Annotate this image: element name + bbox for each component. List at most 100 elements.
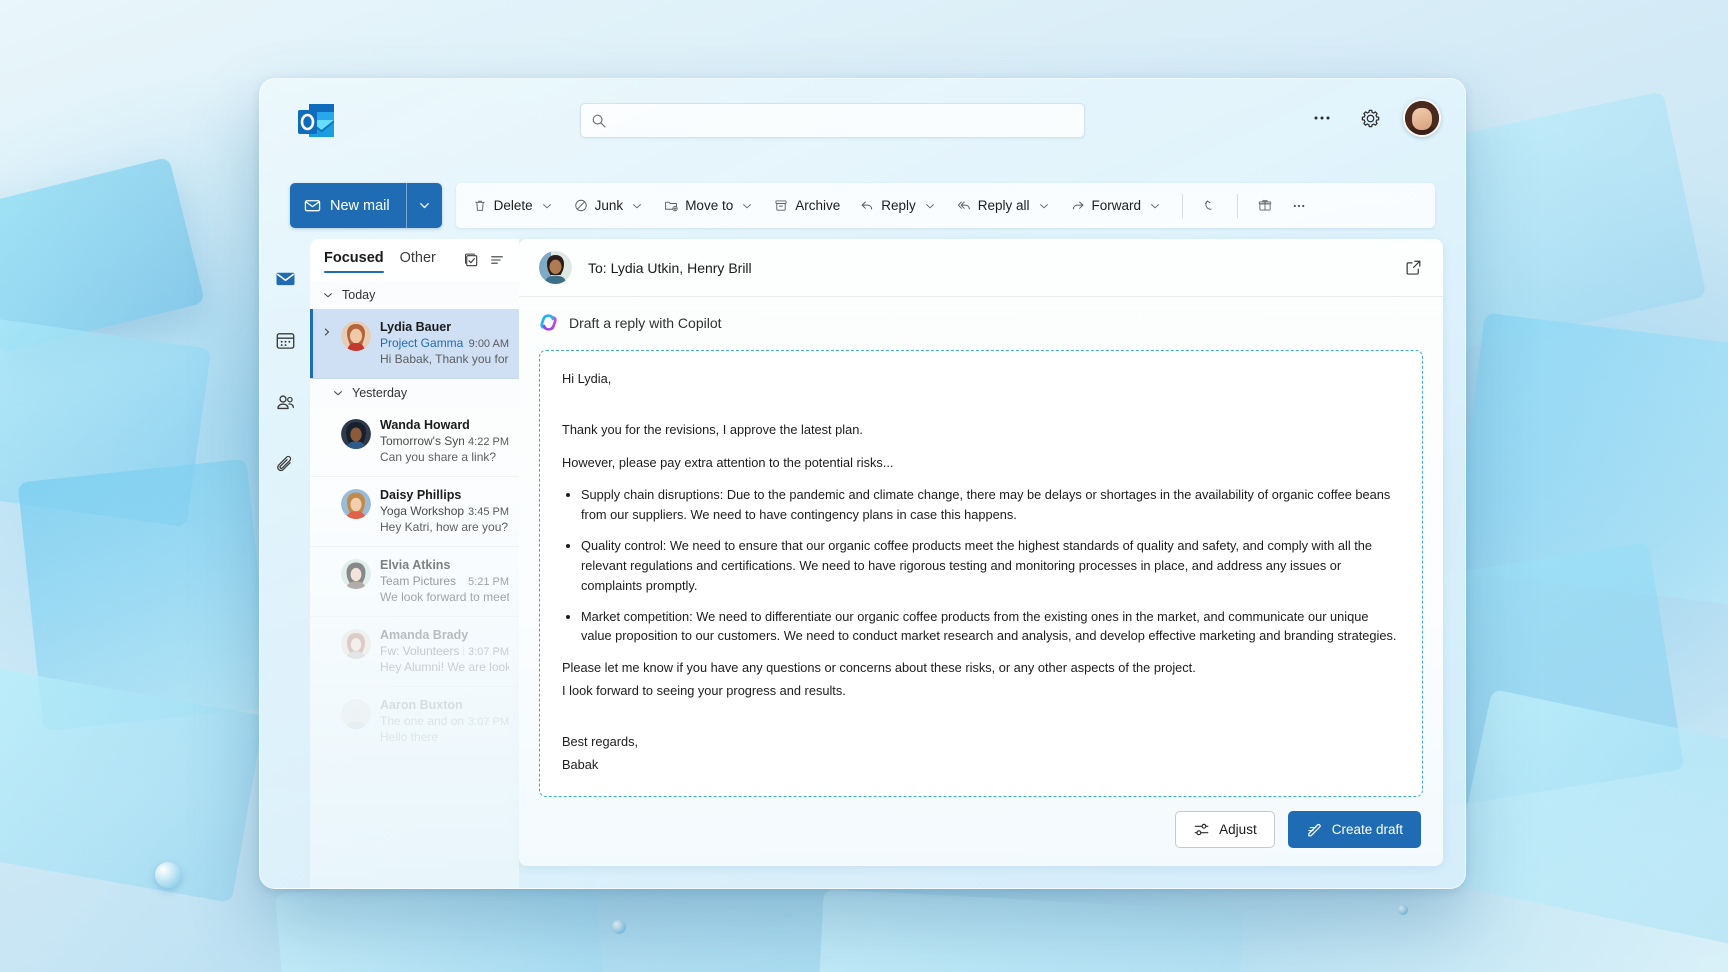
copilot-icon bbox=[539, 313, 558, 332]
user-avatar[interactable] bbox=[1403, 99, 1441, 137]
copilot-prompt-row[interactable]: Draft a reply with Copilot bbox=[519, 297, 1443, 342]
junk-button[interactable]: Junk bbox=[565, 192, 654, 219]
list-item-content: Amanda Brady Fw: Volunteers Needed 3:07 … bbox=[380, 627, 509, 675]
avatar bbox=[341, 321, 371, 351]
timestamp: 5:21 PM bbox=[468, 576, 509, 588]
chevron-down-icon[interactable] bbox=[630, 199, 644, 213]
list-item[interactable]: Lydia Bauer Project Gamma FY23 Planni 9:… bbox=[310, 309, 519, 379]
copilot-draft-body[interactable]: Hi Lydia, Thank you for the revisions, I… bbox=[539, 350, 1423, 797]
search-input[interactable] bbox=[615, 112, 1074, 129]
sidebar-item-mail[interactable] bbox=[268, 261, 302, 295]
reply-button[interactable]: Reply bbox=[851, 192, 946, 219]
title-bar-actions bbox=[1307, 99, 1441, 137]
gift-button[interactable] bbox=[1249, 193, 1281, 219]
overflow-ellipsis-icon bbox=[1292, 199, 1306, 213]
overflow-ellipsis-button[interactable] bbox=[1283, 193, 1315, 219]
new-mail-label: New mail bbox=[330, 197, 390, 214]
search-bar[interactable] bbox=[580, 103, 1085, 138]
chevron-spacer bbox=[322, 417, 332, 465]
draft-spacer bbox=[562, 402, 1400, 420]
chevron-right-icon[interactable] bbox=[322, 319, 332, 367]
pen-edit-icon bbox=[1306, 821, 1323, 838]
undo-icon bbox=[1203, 199, 1217, 213]
command-bar: Delete Junk Move to Archive Reply Reply … bbox=[455, 183, 1435, 228]
reply-label: Reply bbox=[881, 198, 916, 213]
people-icon bbox=[275, 392, 296, 413]
outlook-logo-icon bbox=[296, 101, 336, 141]
archive-button[interactable]: Archive bbox=[765, 192, 849, 219]
select-all-icon[interactable] bbox=[463, 252, 479, 268]
create-draft-button[interactable]: Create draft bbox=[1287, 811, 1421, 848]
draft-action-bar: Adjust Create draft bbox=[519, 797, 1443, 866]
subject: Team Pictures bbox=[380, 574, 457, 588]
forward-button[interactable]: Forward bbox=[1062, 192, 1172, 219]
chevron-spacer bbox=[322, 627, 332, 675]
subject: Tomorrow's Sync bbox=[380, 434, 465, 448]
timestamp: 3:07 PM bbox=[468, 716, 509, 728]
undo-button[interactable] bbox=[1194, 193, 1226, 219]
subject-line: Tomorrow's Sync 4:22 PM bbox=[380, 433, 509, 449]
chevron-down-icon[interactable] bbox=[1148, 199, 1162, 213]
reply-all-button[interactable]: Reply all bbox=[948, 192, 1060, 219]
mail-icon bbox=[304, 197, 321, 214]
gift-icon bbox=[1258, 199, 1272, 213]
settings-gear-icon[interactable] bbox=[1355, 103, 1385, 133]
chevron-down-icon[interactable] bbox=[923, 199, 937, 213]
more-options-icon[interactable] bbox=[1307, 103, 1337, 133]
reply-icon bbox=[860, 199, 874, 213]
copilot-prompt-label: Draft a reply with Copilot bbox=[569, 314, 722, 331]
timestamp: 4:22 PM bbox=[468, 436, 509, 448]
list-item[interactable]: Wanda Howard Tomorrow's Sync 4:22 PM Can… bbox=[310, 407, 519, 477]
forward-label: Forward bbox=[1091, 198, 1142, 213]
chevron-down-icon[interactable] bbox=[1037, 199, 1051, 213]
trash-icon bbox=[473, 199, 487, 213]
filter-sort-icon[interactable] bbox=[489, 252, 505, 268]
list-item[interactable]: Daisy Phillips Yoga Workshop 3:45 PM Hey… bbox=[310, 477, 519, 547]
preview-text: Can you share a link? bbox=[380, 450, 497, 464]
group-label: Today bbox=[342, 288, 376, 302]
reading-pane: To: Lydia Utkin, Henry Brill Draft a rep… bbox=[519, 239, 1443, 866]
open-in-new-window-icon[interactable] bbox=[1404, 258, 1423, 277]
subject: Project Gamma FY23 Planni bbox=[380, 336, 465, 350]
list-item-content: Lydia Bauer Project Gamma FY23 Planni 9:… bbox=[380, 319, 509, 367]
new-mail-split-button[interactable]: New mail bbox=[290, 183, 442, 228]
list-item[interactable]: Elvia Atkins Team Pictures 5:21 PM We lo… bbox=[310, 547, 519, 617]
subject-line: Yoga Workshop 3:45 PM bbox=[380, 503, 509, 519]
sidebar-item-calendar[interactable] bbox=[268, 323, 302, 357]
delete-button[interactable]: Delete bbox=[464, 192, 563, 219]
reply-all-label: Reply all bbox=[977, 198, 1030, 213]
preview-text: Hey Katri, how are you? bbox=[380, 520, 509, 534]
folder-arrow-icon bbox=[664, 199, 678, 213]
reply-all-icon bbox=[957, 199, 971, 213]
sliders-icon bbox=[1193, 821, 1210, 838]
new-mail-button[interactable]: New mail bbox=[290, 183, 406, 228]
adjust-button[interactable]: Adjust bbox=[1175, 811, 1275, 848]
avatar bbox=[341, 629, 371, 659]
list-item[interactable]: Amanda Brady Fw: Volunteers Needed 3:07 … bbox=[310, 617, 519, 687]
new-mail-chevron-down-icon[interactable] bbox=[405, 183, 442, 228]
sender-name: Aaron Buxton bbox=[380, 698, 463, 712]
draft-signoff: Best regards, bbox=[562, 733, 639, 749]
tab-focused[interactable]: Focused bbox=[324, 250, 384, 273]
screenshot-root: New mail Delete Junk Move to Archive Rep… bbox=[0, 0, 1728, 972]
message-list: Focused Other Today Lydia Bauer Project … bbox=[310, 239, 519, 888]
tab-other[interactable]: Other bbox=[400, 250, 436, 270]
subject: Fw: Volunteers Needed bbox=[380, 644, 464, 658]
move-to-button[interactable]: Move to bbox=[655, 192, 763, 219]
group-header-yesterday[interactable]: Yesterday bbox=[310, 379, 519, 407]
preview-text: We look forward to meeting bbox=[380, 590, 509, 604]
avatar bbox=[341, 559, 371, 589]
chevron-down-icon[interactable] bbox=[540, 199, 554, 213]
block-icon bbox=[574, 199, 588, 213]
chevron-down-icon[interactable] bbox=[740, 199, 754, 213]
group-header-today[interactable]: Today bbox=[310, 281, 519, 309]
outlook-window: New mail Delete Junk Move to Archive Rep… bbox=[259, 78, 1466, 889]
chevron-spacer bbox=[322, 487, 332, 535]
preview-text: Hey Alumni! We are looking for bbox=[380, 660, 509, 674]
preview-text: Hi Babak, Thank you for taking the bbox=[380, 352, 509, 366]
sidebar-item-files[interactable] bbox=[268, 447, 302, 481]
list-item[interactable]: Aaron Buxton The one and only moon 3:07 … bbox=[310, 687, 519, 757]
sidebar-item-people[interactable] bbox=[268, 385, 302, 419]
draft-greeting: Hi Lydia, bbox=[562, 371, 612, 386]
reading-pane-header: To: Lydia Utkin, Henry Brill bbox=[519, 239, 1443, 297]
